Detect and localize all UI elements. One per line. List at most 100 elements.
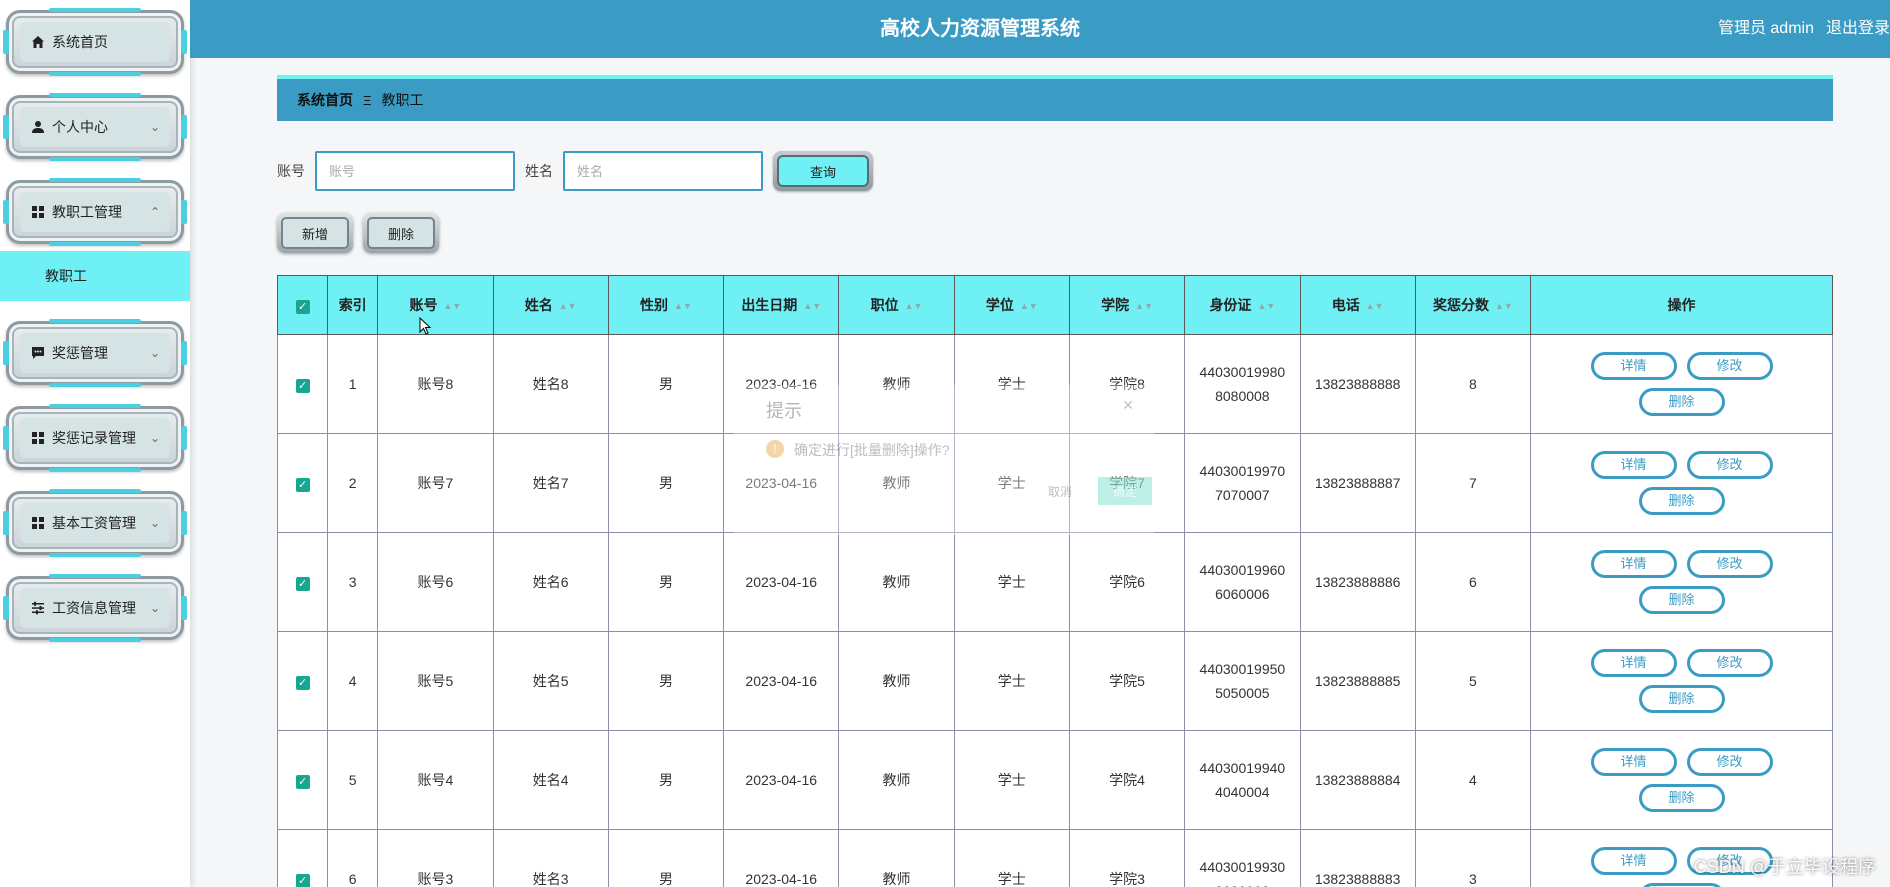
cell-birth-date: 2023-04-16 bbox=[723, 829, 840, 887]
sidebar-subitem-staff[interactable]: 教职工 bbox=[0, 251, 190, 301]
table-row: ✓ 4 账号5 姓名5 男 2023-04-16 教师 学士 学院5 44030019950 505… bbox=[277, 631, 1833, 731]
cell-name: 姓名6 bbox=[492, 532, 609, 632]
account-label: 账号 bbox=[277, 163, 305, 179]
row-checkbox[interactable]: ✓ bbox=[295, 478, 310, 492]
edit-button[interactable]: 修改 bbox=[1686, 352, 1773, 380]
query-button[interactable]: 查询 bbox=[773, 151, 873, 191]
select-all-checkbox[interactable]: ✓ bbox=[295, 299, 310, 314]
row-checkbox[interactable]: ✓ bbox=[295, 775, 310, 789]
cell-id-card: 44030019980 8080008 bbox=[1184, 334, 1301, 434]
cell-index: 3 bbox=[327, 532, 379, 632]
cell-score: 5 bbox=[1414, 631, 1532, 731]
cell-operations: 详情修改删除 bbox=[1530, 433, 1833, 533]
row-checkbox[interactable]: ✓ bbox=[295, 379, 310, 393]
column-header-sortable[interactable]: 学位 ▲▼ bbox=[953, 275, 1070, 335]
cell-phone: 13823888886 bbox=[1299, 532, 1416, 632]
cell-college: 学院8 bbox=[1068, 334, 1186, 434]
cell-gender: 男 bbox=[607, 532, 725, 632]
cell-degree: 学士 bbox=[953, 730, 1070, 830]
column-header-sortable[interactable]: 出生日期 ▲▼ bbox=[723, 275, 840, 335]
column-header-label: 职位 bbox=[870, 297, 899, 313]
row-select-cell: ✓ bbox=[277, 829, 329, 887]
grid-icon bbox=[30, 204, 46, 220]
detail-button[interactable]: 详情 bbox=[1590, 352, 1677, 380]
add-button[interactable]: 新增 bbox=[277, 213, 353, 253]
detail-button[interactable]: 详情 bbox=[1590, 649, 1677, 677]
row-checkbox[interactable]: ✓ bbox=[295, 676, 310, 690]
cell-name: 姓名4 bbox=[492, 730, 609, 830]
table-row: ✓ 1 账号8 姓名8 男 2023-04-16 教师 学士 学院8 44030019980 808… bbox=[277, 334, 1833, 434]
id-card-line-2: 5050005 bbox=[1215, 685, 1270, 701]
delete-button[interactable]: 删除 bbox=[1638, 784, 1725, 812]
logout-link[interactable]: 退出登录 bbox=[1826, 20, 1890, 37]
detail-button[interactable]: 详情 bbox=[1590, 550, 1677, 578]
cell-score: 8 bbox=[1414, 334, 1532, 434]
sidebar-item-reward-management[interactable]: 奖惩管理 ⌄ bbox=[3, 319, 187, 387]
name-search-input[interactable] bbox=[563, 151, 763, 191]
cell-index: 1 bbox=[327, 334, 379, 434]
delete-button[interactable]: 删除 bbox=[1638, 883, 1725, 887]
delete-button[interactable]: 删除 bbox=[1638, 388, 1725, 416]
edit-button[interactable]: 修改 bbox=[1686, 451, 1773, 479]
cell-position: 教师 bbox=[838, 829, 955, 887]
column-header-sortable[interactable]: 电话 ▲▼ bbox=[1299, 275, 1416, 335]
sidebar-item-profile[interactable]: 个人中心 ⌄ bbox=[3, 93, 187, 161]
cell-name: 姓名8 bbox=[492, 334, 609, 434]
account-search-input[interactable] bbox=[315, 151, 515, 191]
cell-operations: 详情修改删除 bbox=[1530, 532, 1833, 632]
cell-id-card: 44030019950 5050005 bbox=[1184, 631, 1301, 731]
detail-button[interactable]: 详情 bbox=[1590, 748, 1677, 776]
edit-button[interactable]: 修改 bbox=[1686, 649, 1773, 677]
batch-delete-button[interactable]: 删除 bbox=[363, 213, 439, 253]
chevron-down-icon: ⌄ bbox=[149, 516, 160, 530]
cell-operations: 详情修改删除 bbox=[1530, 631, 1833, 731]
delete-button[interactable]: 删除 bbox=[1638, 487, 1725, 515]
watermark: CSDN @于立毕设程序 bbox=[1693, 857, 1876, 877]
row-checkbox[interactable]: ✓ bbox=[295, 874, 310, 887]
sidebar-item-home[interactable]: 系统首页 bbox=[3, 8, 187, 76]
column-header-sortable[interactable]: 姓名 ▲▼ bbox=[492, 275, 609, 335]
detail-button[interactable]: 详情 bbox=[1590, 451, 1677, 479]
cell-gender: 男 bbox=[607, 829, 725, 887]
cell-position: 教师 bbox=[838, 631, 955, 731]
delete-button[interactable]: 删除 bbox=[1638, 586, 1725, 614]
sidebar-item-base-salary-management[interactable]: 基本工资管理 ⌄ bbox=[3, 489, 187, 557]
column-header-sortable[interactable]: 学院 ▲▼ bbox=[1068, 275, 1186, 335]
column-header-sortable[interactable]: 奖惩分数 ▲▼ bbox=[1414, 275, 1532, 335]
delete-button[interactable]: 删除 bbox=[1638, 685, 1725, 713]
cell-index: 6 bbox=[327, 829, 379, 887]
action-bar: 新增 删除 bbox=[277, 213, 449, 253]
cell-account: 账号4 bbox=[377, 730, 494, 830]
cell-college: 学院6 bbox=[1068, 532, 1186, 632]
cell-name: 姓名3 bbox=[492, 829, 609, 887]
row-checkbox[interactable]: ✓ bbox=[295, 577, 310, 591]
column-header-sortable[interactable]: 性别 ▲▼ bbox=[607, 275, 725, 335]
column-header: 索引 bbox=[327, 275, 379, 335]
cell-position: 教师 bbox=[838, 730, 955, 830]
cell-birth-date: 2023-04-16 bbox=[723, 433, 840, 533]
column-header-sortable[interactable]: 职位 ▲▼ bbox=[838, 275, 955, 335]
sort-icon: ▲▼ bbox=[1019, 301, 1038, 312]
home-icon bbox=[30, 34, 46, 50]
id-card-line-2: 7070007 bbox=[1215, 487, 1270, 503]
column-header-sortable[interactable]: 身份证 ▲▼ bbox=[1184, 275, 1301, 335]
edit-button[interactable]: 修改 bbox=[1686, 748, 1773, 776]
sidebar-item-salary-info-management[interactable]: 工资信息管理 ⌄ bbox=[3, 574, 187, 642]
column-header-label: 学院 bbox=[1101, 297, 1130, 313]
sidebar-item-reward-record-management[interactable]: 奖惩记录管理 ⌄ bbox=[3, 404, 187, 472]
edit-button[interactable]: 修改 bbox=[1686, 550, 1773, 578]
chevron-up-icon: ⌃ bbox=[149, 205, 160, 219]
column-header-sortable[interactable]: 账号 ▲▼ bbox=[377, 275, 494, 335]
cell-account: 账号6 bbox=[377, 532, 494, 632]
sidebar-item-label: 教职工管理 bbox=[52, 204, 122, 220]
add-button-label: 新增 bbox=[281, 217, 349, 249]
cell-phone: 13823888887 bbox=[1299, 433, 1416, 533]
cell-phone: 13823888888 bbox=[1299, 334, 1416, 434]
table-row: ✓ 3 账号6 姓名6 男 2023-04-16 教师 学士 学院6 44030019960 606… bbox=[277, 532, 1833, 632]
cell-birth-date: 2023-04-16 bbox=[723, 334, 840, 434]
sidebar-item-label: 系统首页 bbox=[52, 34, 108, 50]
sidebar-item-staff-management[interactable]: 教职工管理 ⌃ bbox=[3, 178, 187, 246]
detail-button[interactable]: 详情 bbox=[1590, 847, 1677, 875]
cell-operations: 详情修改删除 bbox=[1530, 334, 1833, 434]
breadcrumb-home[interactable]: 系统首页 bbox=[297, 90, 353, 110]
